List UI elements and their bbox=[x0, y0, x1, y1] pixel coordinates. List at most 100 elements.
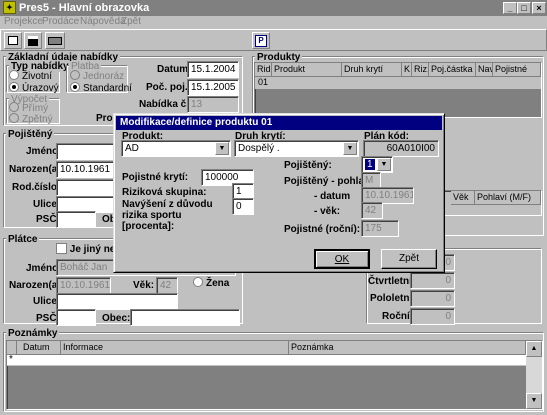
scroll-down-icon[interactable]: ▼ bbox=[526, 393, 542, 409]
platce-obec-field[interactable] bbox=[130, 309, 240, 326]
dlg-datum-label: - datum bbox=[314, 191, 351, 202]
col-k: K bbox=[402, 63, 412, 77]
dlg-navyseni-field[interactable]: 0 bbox=[232, 198, 254, 215]
dlg-vek-label: - věk: bbox=[314, 206, 341, 217]
poz-col-informace: Informace bbox=[61, 341, 289, 355]
col-pohlavi: Pohlaví (M/F) bbox=[475, 191, 541, 205]
col-rid: Rid. bbox=[255, 63, 272, 77]
ok-button-label: OK bbox=[334, 254, 350, 265]
zpet-button-label: Zpět bbox=[398, 253, 419, 264]
poznamky-title: Poznámky bbox=[6, 328, 60, 339]
col-produkt: Produkt bbox=[272, 63, 342, 77]
dialog-title: Modifikace/definice produktu 01 bbox=[120, 117, 273, 128]
radio-jednoraz-dot bbox=[70, 70, 80, 80]
preview-icon[interactable]: P bbox=[252, 32, 270, 49]
col-druh: Druh krytí bbox=[342, 63, 402, 77]
radio-standardni-dot bbox=[70, 82, 80, 92]
dlg-druh-value: Dospělý . bbox=[238, 143, 280, 154]
col-nav: Nav bbox=[476, 63, 493, 77]
toolbar: P bbox=[0, 29, 547, 51]
dlg-pojistne-rocni-field: 175 bbox=[361, 220, 399, 237]
dlg-plan-field: 60A010I00 bbox=[363, 140, 439, 157]
radio-jednoraz[interactable]: Jednoráz bbox=[70, 70, 124, 82]
rocni-label: Roční: bbox=[382, 311, 414, 322]
radio-standardni-label: Standardní bbox=[83, 83, 132, 94]
dialog-titlebar: Modifikace/definice produktu 01 bbox=[116, 116, 442, 130]
maximize-button[interactable]: □ bbox=[517, 2, 531, 14]
radio-urazovy[interactable]: Úrazový bbox=[9, 82, 59, 94]
poc-poj-field[interactable]: 15.1.2005 bbox=[187, 79, 239, 96]
chevron-down-icon[interactable]: ▼ bbox=[343, 142, 357, 155]
radio-zpetny[interactable]: Zpětný bbox=[9, 113, 53, 125]
poznamky-scrollbar[interactable]: ▲ ▼ bbox=[526, 341, 542, 409]
dlg-rizikova-label: Riziková skupina: bbox=[122, 187, 207, 198]
rocni-field: 0 bbox=[410, 308, 455, 325]
new-row[interactable]: * bbox=[7, 354, 526, 366]
close-button[interactable]: × bbox=[532, 2, 546, 14]
platce-vek-label: Věk: bbox=[133, 280, 155, 291]
ctvrtletni-label: Čtvrtletní: bbox=[368, 276, 416, 287]
app-icon: ✦ bbox=[3, 1, 16, 14]
radio-zena-dot bbox=[193, 277, 203, 287]
produkty-table[interactable]: Rid. Produkt Druh krytí K Riz. Poj.částk… bbox=[254, 62, 542, 118]
platce-jiny-box bbox=[56, 243, 67, 254]
radio-zena[interactable]: Žena bbox=[193, 277, 229, 289]
pololetni-field: 0 bbox=[410, 290, 455, 307]
new-icon[interactable] bbox=[4, 32, 22, 49]
scroll-up-icon[interactable]: ▲ bbox=[526, 341, 542, 357]
col-pojistne: Pojistné bbox=[493, 63, 541, 77]
menu-projekce[interactable]: Projekce bbox=[4, 16, 43, 27]
new-row-marker: * bbox=[9, 354, 13, 365]
table-row[interactable]: 01 bbox=[255, 77, 541, 89]
dlg-navyseni-label: Navýšení z důvodu rizika sportu [procent… bbox=[122, 199, 213, 232]
poz-col-poznamka: Poznámka bbox=[289, 341, 526, 355]
product-dialog: Modifikace/definice produktu 01 Produkt:… bbox=[113, 113, 445, 273]
pojisteny-title: Pojištěný bbox=[6, 129, 55, 140]
radio-zpetny-dot bbox=[9, 113, 19, 123]
platce-jiny-checkbox[interactable]: Je jiný než bbox=[56, 243, 120, 255]
col-poj-castka: Poj.částka bbox=[429, 63, 476, 77]
dlg-produkt-select[interactable]: AD ▼ bbox=[121, 140, 231, 157]
platce-title: Plátce bbox=[6, 234, 40, 245]
radio-primy-dot bbox=[9, 102, 19, 112]
ctvrtletni-field: 0 bbox=[410, 272, 455, 289]
menu-zpet[interactable]: Zpět bbox=[121, 16, 141, 27]
minimize-button[interactable]: _ bbox=[503, 2, 517, 14]
save-icon[interactable] bbox=[24, 32, 42, 49]
print-icon[interactable] bbox=[45, 32, 65, 49]
platce-psc-field[interactable] bbox=[56, 309, 96, 326]
radio-zivotni-dot bbox=[9, 70, 19, 80]
radio-zena-label: Žena bbox=[206, 278, 230, 289]
menu-napoveda[interactable]: Nápověda bbox=[80, 16, 126, 27]
radio-zivotni-label: Životní bbox=[22, 71, 53, 82]
ok-button[interactable]: OK bbox=[314, 249, 370, 269]
zpet-button[interactable]: Zpět bbox=[381, 249, 437, 269]
pojisteny-psc-field[interactable] bbox=[56, 211, 96, 228]
radio-zpetny-label: Zpětný bbox=[22, 114, 53, 125]
nabidka-field: 13 bbox=[187, 96, 239, 113]
pojisteny-rodcislo-field[interactable] bbox=[56, 179, 116, 196]
platce-obec-label: Obec: bbox=[102, 313, 131, 324]
dlg-pojisteny-select[interactable]: 1 ▼ bbox=[361, 156, 393, 173]
menu-prodace[interactable]: Prodáce bbox=[42, 16, 79, 27]
poz-col-marker bbox=[7, 341, 17, 355]
radio-urazovy-label: Úrazový bbox=[22, 83, 59, 94]
datum-field[interactable]: 15.1.2004 bbox=[187, 61, 239, 78]
radio-standardni[interactable]: Standardní bbox=[70, 82, 132, 94]
radio-jednoraz-label: Jednoráz bbox=[83, 71, 125, 82]
poznamky-table[interactable]: Datum Informace Poznámka * ▲ ▼ bbox=[6, 340, 543, 410]
dlg-druh-select[interactable]: Dospělý . ▼ bbox=[234, 140, 359, 157]
pojisteny-jmeno-field[interactable] bbox=[56, 143, 116, 160]
pojisteny-narozen-field[interactable]: 10.10.1961 bbox=[56, 161, 116, 178]
dlg-vek-field: 42 bbox=[361, 202, 383, 219]
chevron-down-icon[interactable]: ▼ bbox=[377, 158, 391, 171]
col-vek: Věk bbox=[451, 191, 475, 205]
poc-poj-label: Poč. poj.: bbox=[146, 82, 191, 93]
chevron-down-icon[interactable]: ▼ bbox=[215, 142, 229, 155]
dlg-pojisteny-value: 1 bbox=[365, 159, 375, 170]
menu-bar: Projekce Prodáce Nápověda Zpět bbox=[0, 16, 547, 29]
row-rid: 01 bbox=[258, 77, 269, 87]
radio-zivotni[interactable]: Životní bbox=[9, 70, 52, 82]
pojisteny-rodcislo-label: Rod.číslo: bbox=[12, 182, 61, 193]
platce-ulice-field[interactable] bbox=[56, 293, 178, 310]
